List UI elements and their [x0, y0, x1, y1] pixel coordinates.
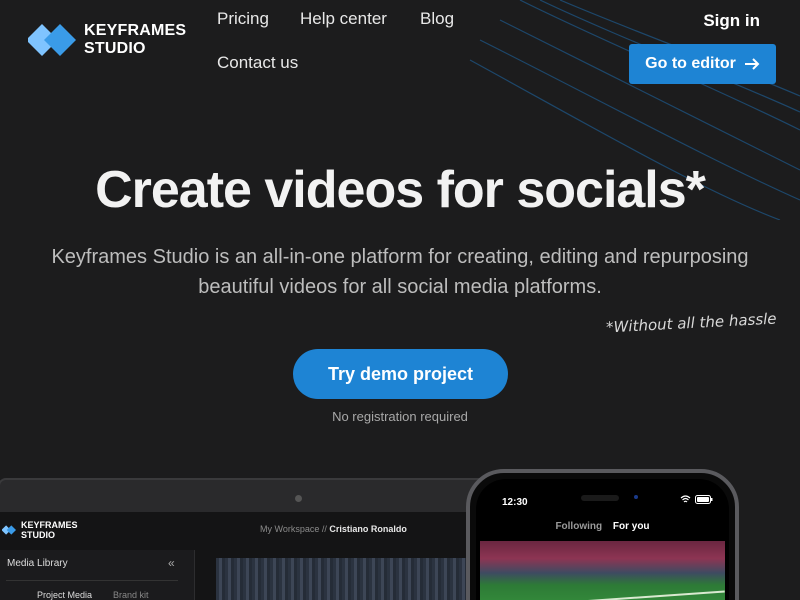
- video-preview: [216, 558, 476, 600]
- editor-breadcrumb: My Workspace // Cristiano Ronaldo: [260, 524, 407, 534]
- diamond-logo-icon: [28, 24, 76, 56]
- pitch-line: [480, 590, 725, 600]
- sign-in-link[interactable]: Sign in: [703, 11, 760, 31]
- editor-screen: KEYFRAMES STUDIO My Workspace // Cristia…: [0, 512, 508, 600]
- editor-brand-line2: STUDIO: [21, 530, 56, 540]
- site-header: KEYFRAMES STUDIO Pricing Help center Blo…: [0, 0, 800, 100]
- editor-brand-line1: KEYFRAMES: [21, 520, 78, 530]
- wifi-icon: [680, 495, 691, 503]
- breadcrumb-project: Cristiano Ronaldo: [329, 524, 407, 534]
- phone-camera-dot: [634, 495, 638, 499]
- phone-screen: 12:30 Following For you: [476, 479, 729, 600]
- go-to-editor-button[interactable]: Go to editor: [629, 44, 776, 84]
- collapse-icon: «: [168, 556, 175, 570]
- phone-feed-tabs: Following For you: [476, 521, 729, 532]
- nav-pricing[interactable]: Pricing: [217, 9, 269, 29]
- tab-following: Following: [555, 521, 603, 532]
- arrow-right-icon: [744, 58, 760, 70]
- nav-blog[interactable]: Blog: [420, 9, 454, 29]
- editor-brand-name: KEYFRAMES STUDIO: [21, 520, 78, 540]
- brand-line1: KEYFRAMES: [84, 22, 187, 39]
- panel-divider: [6, 580, 178, 581]
- tab-for-you: For you: [612, 521, 650, 532]
- breadcrumb-workspace: My Workspace //: [260, 524, 327, 534]
- hero-subtitle: Keyframes Studio is an all-in-one platfo…: [51, 246, 749, 298]
- editor-brand-logo: KEYFRAMES STUDIO: [2, 520, 78, 540]
- phone-notch: [581, 495, 619, 501]
- try-demo-button[interactable]: Try demo project: [293, 349, 508, 399]
- phone-mockup: 12:30 Following For you: [466, 469, 739, 600]
- hero-title: Create videos for socials*: [95, 161, 706, 219]
- brand-logo[interactable]: KEYFRAMES STUDIO: [28, 22, 186, 58]
- editor-laptop-mockup: KEYFRAMES STUDIO My Workspace // Cristia…: [0, 478, 510, 600]
- handwritten-note: *Without all the hassle: [605, 309, 777, 337]
- brand-name: KEYFRAMES STUDIO: [84, 22, 186, 58]
- nav-help-center[interactable]: Help center: [300, 9, 387, 29]
- media-library-panel: Media Library « Project Media Brand kit: [0, 550, 195, 600]
- no-registration-note: No registration required: [332, 409, 468, 424]
- nav-contact-us[interactable]: Contact us: [217, 53, 298, 73]
- phone-status-icons: [680, 495, 713, 504]
- diamond-logo-icon: [2, 525, 16, 535]
- laptop-camera: [295, 495, 302, 502]
- go-to-editor-label: Go to editor: [645, 55, 736, 72]
- tab-brand-kit: Brand kit: [113, 590, 149, 600]
- phone-video: [480, 541, 725, 600]
- media-library-title: Media Library: [7, 558, 68, 569]
- battery-icon: [695, 495, 713, 504]
- phone-time: 12:30: [502, 497, 528, 508]
- brand-line2: STUDIO: [84, 40, 146, 57]
- tab-project-media: Project Media: [37, 590, 93, 600]
